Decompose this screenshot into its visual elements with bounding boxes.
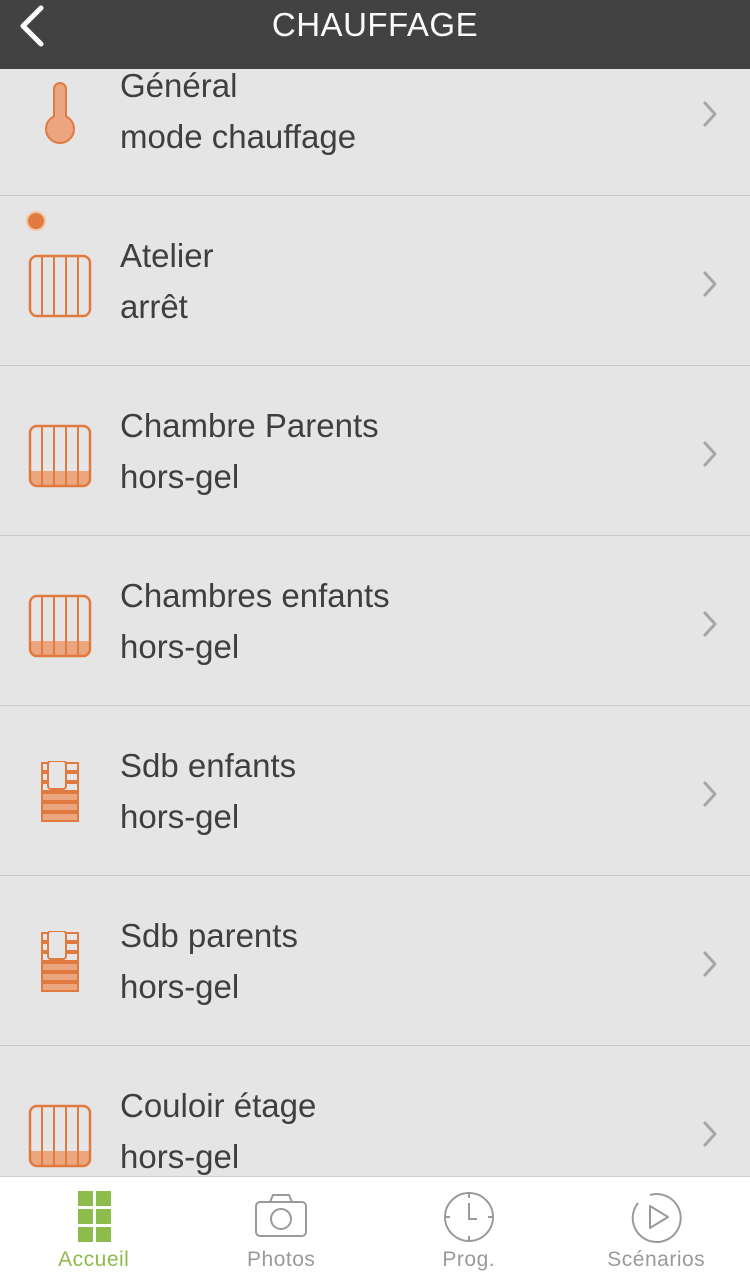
tab-prog[interactable]: Prog. bbox=[375, 1177, 563, 1276]
item-name: Sdb enfants bbox=[120, 747, 296, 785]
radiator-icon bbox=[24, 251, 96, 321]
radiator-icon bbox=[24, 421, 96, 491]
camera-icon bbox=[253, 1189, 309, 1245]
alert-dot-icon bbox=[25, 210, 47, 232]
radiator-icon bbox=[24, 1101, 96, 1171]
towel-radiator-icon bbox=[24, 931, 96, 1001]
chevron-right-icon bbox=[700, 609, 720, 639]
device-list: Général mode chauffage Atelier arrêt bbox=[0, 26, 750, 1176]
chevron-right-icon bbox=[700, 99, 720, 129]
radiator-icon bbox=[24, 591, 96, 661]
chevron-right-icon bbox=[700, 269, 720, 299]
item-status: arrêt bbox=[120, 288, 188, 326]
grid-icon bbox=[66, 1189, 122, 1245]
tab-photos[interactable]: Photos bbox=[188, 1177, 376, 1276]
tab-bar: Accueil Photos Prog. Scénarios bbox=[0, 1176, 750, 1276]
item-status: hors-gel bbox=[120, 458, 239, 496]
tab-label: Prog. bbox=[375, 1248, 563, 1272]
towel-radiator-icon bbox=[24, 761, 96, 831]
thermometer-icon bbox=[24, 81, 96, 151]
list-item[interactable]: Sdb parents hors-gel bbox=[0, 876, 750, 1046]
tab-label: Photos bbox=[188, 1248, 376, 1272]
list-item[interactable]: Atelier arrêt bbox=[0, 196, 750, 366]
item-name: Sdb parents bbox=[120, 917, 298, 955]
list-item[interactable]: Couloir étage hors-gel bbox=[0, 1046, 750, 1176]
tab-label: Scénarios bbox=[563, 1248, 750, 1272]
list-item[interactable]: Chambre Parents hors-gel bbox=[0, 366, 750, 536]
tab-label: Accueil bbox=[0, 1248, 188, 1272]
chevron-right-icon bbox=[700, 1119, 720, 1149]
item-name: Général bbox=[120, 67, 237, 105]
item-status: hors-gel bbox=[120, 798, 239, 836]
play-icon bbox=[628, 1189, 684, 1245]
item-status: mode chauffage bbox=[120, 118, 356, 156]
list-item[interactable]: Général mode chauffage bbox=[0, 26, 750, 196]
item-name: Couloir étage bbox=[120, 1087, 316, 1125]
chevron-right-icon bbox=[700, 779, 720, 809]
clock-icon bbox=[441, 1189, 497, 1245]
list-item[interactable]: Chambres enfants hors-gel bbox=[0, 536, 750, 706]
item-name: Chambres enfants bbox=[120, 577, 390, 615]
item-name: Chambre Parents bbox=[120, 407, 379, 445]
item-name: Atelier bbox=[120, 237, 214, 275]
chevron-right-icon bbox=[700, 439, 720, 469]
item-status: hors-gel bbox=[120, 1138, 239, 1176]
tab-accueil[interactable]: Accueil bbox=[0, 1177, 188, 1276]
item-status: hors-gel bbox=[120, 628, 239, 666]
item-status: hors-gel bbox=[120, 968, 239, 1006]
chevron-right-icon bbox=[700, 949, 720, 979]
tab-scenarios[interactable]: Scénarios bbox=[563, 1177, 750, 1276]
list-item[interactable]: Sdb enfants hors-gel bbox=[0, 706, 750, 876]
